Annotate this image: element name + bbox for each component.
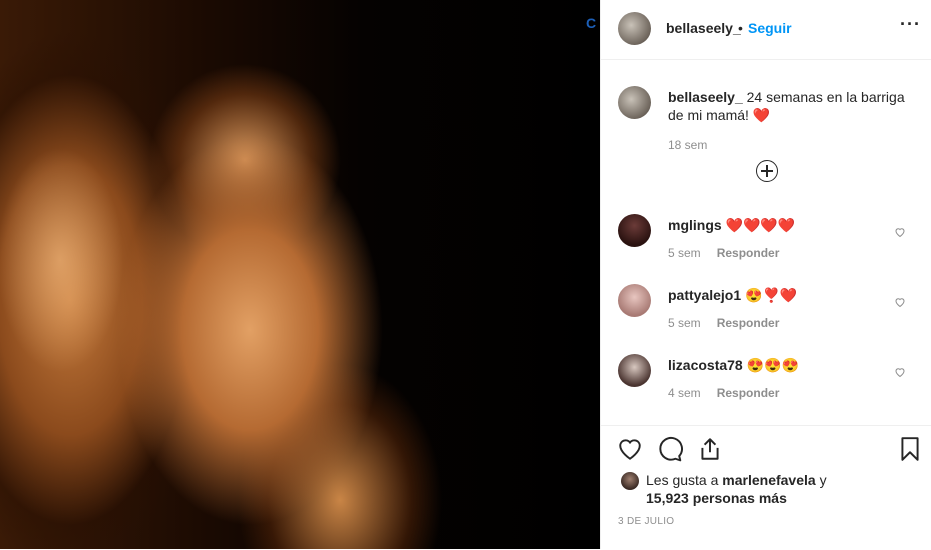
caption-avatar[interactable] bbox=[618, 86, 651, 119]
comment-time[interactable]: 5 sem bbox=[668, 246, 701, 260]
liker-username[interactable]: marlenefavela bbox=[722, 472, 815, 488]
post-header: bellaseely_ • Seguir ··· bbox=[601, 0, 931, 60]
comment-item: mglings ❤️❤️❤️❤️ 5 sem Responder bbox=[618, 214, 931, 274]
like-heart-icon[interactable] bbox=[617, 436, 643, 462]
more-options-icon[interactable]: ··· bbox=[900, 14, 921, 35]
comment-like-heart-icon[interactable] bbox=[894, 366, 906, 378]
header-separator: • bbox=[738, 20, 743, 36]
comment-meta: 5 sem Responder bbox=[668, 246, 779, 260]
post-photo[interactable] bbox=[0, 0, 600, 549]
caption-username[interactable]: bellaseely_ bbox=[668, 89, 743, 105]
comment-body: 😍😍😍 bbox=[746, 357, 799, 373]
comment-like-heart-icon[interactable] bbox=[894, 296, 906, 308]
liker-avatar[interactable] bbox=[621, 472, 639, 490]
reply-button[interactable]: Responder bbox=[717, 386, 780, 400]
caption-time[interactable]: 18 sem bbox=[668, 138, 707, 152]
load-more-comments-icon[interactable] bbox=[756, 160, 778, 182]
comment-username[interactable]: pattyalejo1 bbox=[668, 287, 741, 303]
caption-text: bellaseely_ 24 semanas en la barriga de … bbox=[668, 88, 908, 124]
comment-meta: 5 sem Responder bbox=[668, 316, 779, 330]
photo-overlay-label: C bbox=[586, 15, 597, 31]
comment-avatar[interactable] bbox=[618, 214, 651, 247]
comment-time[interactable]: 5 sem bbox=[668, 316, 701, 330]
comment-avatar[interactable] bbox=[618, 354, 651, 387]
reply-button[interactable]: Responder bbox=[717, 316, 780, 330]
post-side-panel: bellaseely_ • Seguir ··· bellaseely_ 24 … bbox=[600, 0, 931, 549]
comment-text: mglings ❤️❤️❤️❤️ bbox=[668, 216, 795, 234]
bookmark-icon[interactable] bbox=[897, 436, 923, 462]
comment-body: 😍❣️❤️ bbox=[745, 287, 798, 303]
comment-username[interactable]: mglings bbox=[668, 217, 722, 233]
follow-button[interactable]: Seguir bbox=[748, 20, 792, 36]
comment-like-heart-icon[interactable] bbox=[894, 226, 906, 238]
comment-meta: 4 sem Responder bbox=[668, 386, 779, 400]
comment-item: lizacosta78 😍😍😍 4 sem Responder bbox=[618, 354, 931, 414]
comment-text: lizacosta78 😍😍😍 bbox=[668, 356, 799, 374]
comment-bubble-icon[interactable] bbox=[657, 436, 683, 462]
post-date[interactable]: 3 DE JULIO bbox=[618, 516, 674, 527]
share-icon[interactable] bbox=[697, 436, 723, 462]
author-username[interactable]: bellaseely_ bbox=[666, 20, 741, 36]
comment-avatar[interactable] bbox=[618, 284, 651, 317]
post-actions: Les gusta a marlenefavela y 15,923 person… bbox=[601, 425, 931, 550]
comment-username[interactable]: lizacosta78 bbox=[668, 357, 743, 373]
comment-text: pattyalejo1 😍❣️❤️ bbox=[668, 286, 797, 304]
reply-button[interactable]: Responder bbox=[717, 246, 780, 260]
comment-time[interactable]: 4 sem bbox=[668, 386, 701, 400]
likes-connector: y bbox=[815, 472, 827, 488]
comment-item: pattyalejo1 😍❣️❤️ 5 sem Responder bbox=[618, 284, 931, 344]
likes-prefix: Les gusta a bbox=[646, 472, 723, 488]
likes-text: Les gusta a marlenefavela y 15,923 person… bbox=[646, 471, 836, 507]
author-avatar[interactable] bbox=[618, 12, 651, 45]
likes-count[interactable]: 15,923 personas más bbox=[646, 490, 787, 506]
comment-body: ❤️❤️❤️❤️ bbox=[725, 217, 796, 233]
